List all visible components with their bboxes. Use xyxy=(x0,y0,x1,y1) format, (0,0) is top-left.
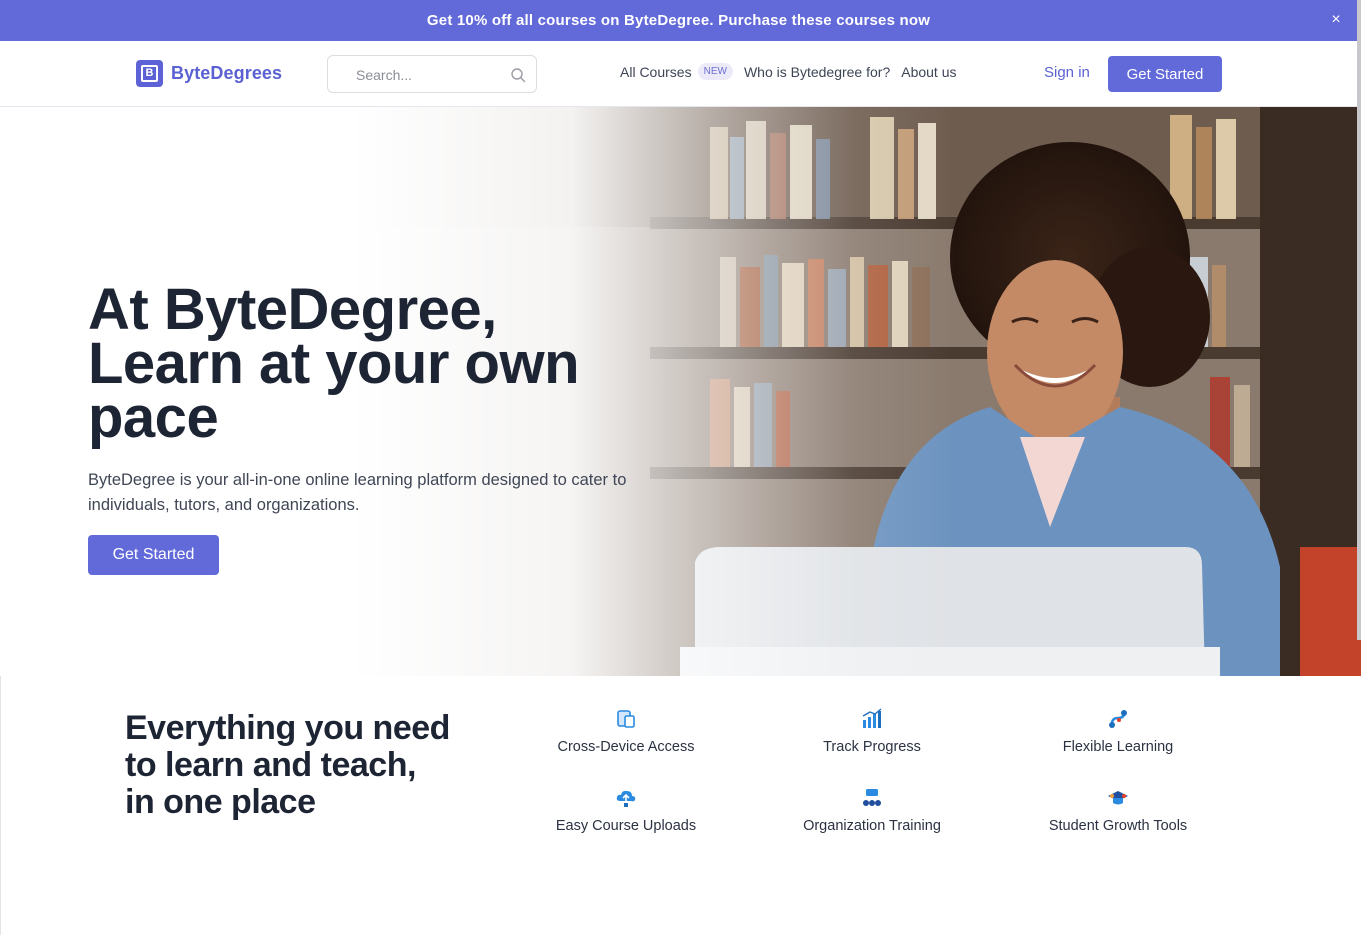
flexible-link-icon xyxy=(1109,710,1127,728)
feature-student-growth: Student Growth Tools xyxy=(1008,787,1228,834)
feature-label: Organization Training xyxy=(803,818,941,834)
feature-track-progress: Track Progress xyxy=(762,708,982,755)
org-chart-icon xyxy=(863,789,881,806)
feature-label: Track Progress xyxy=(823,739,921,755)
sign-in-link[interactable]: Sign in xyxy=(1044,64,1090,81)
hero-get-started-button[interactable]: Get Started xyxy=(88,535,219,575)
hero-title-line1: At ByteDegree, xyxy=(88,277,497,342)
hero-section: At ByteDegree, Learn at your own pace By… xyxy=(0,107,1361,676)
features-section: Everything you need to learn and teach, … xyxy=(0,676,1361,935)
main-nav: All Courses NEW Who is Bytedegree for? A… xyxy=(620,63,957,80)
scrollbar[interactable] xyxy=(1357,0,1361,640)
feature-easy-uploads: Easy Course Uploads xyxy=(516,787,736,834)
feature-label: Student Growth Tools xyxy=(1048,818,1188,834)
hero-subtitle: ByteDegree is your all-in-one online lea… xyxy=(88,471,627,514)
feature-label: Cross-Device Access xyxy=(557,739,695,755)
promo-banner: Get 10% off all courses on ByteDegree. P… xyxy=(0,0,1357,41)
feature-label: Flexible Learning xyxy=(1062,739,1174,755)
features-title: Everything you need to learn and teach, … xyxy=(125,710,485,821)
features-title-line3: in one place xyxy=(125,783,316,821)
bar-chart-icon xyxy=(862,708,882,728)
brand-logo-letter: B xyxy=(141,65,158,82)
hero-title-line3: pace xyxy=(88,385,219,450)
brand-logo-icon: B xyxy=(136,60,163,87)
feature-label: Easy Course Uploads xyxy=(555,818,697,834)
graduation-cap-icon xyxy=(1108,791,1128,805)
nav-who-for[interactable]: Who is Bytedegree for? xyxy=(744,64,890,80)
search-input[interactable] xyxy=(356,65,506,85)
brand-logo-link[interactable]: B ByteDegrees xyxy=(136,60,282,87)
brand-name: ByteDegrees xyxy=(171,63,283,83)
header-get-started-button[interactable]: Get Started xyxy=(1108,56,1222,92)
hero-title: At ByteDegree, Learn at your own pace xyxy=(88,277,580,450)
features-title-line1: Everything you need xyxy=(125,709,450,747)
features-title-line2: to learn and teach, xyxy=(125,746,416,784)
new-badge: NEW xyxy=(697,63,733,80)
nav-about[interactable]: About us xyxy=(901,64,956,80)
feature-organization-training: Organization Training xyxy=(762,787,982,834)
devices-icon xyxy=(617,710,635,728)
search-box xyxy=(327,55,537,93)
search-icon[interactable] xyxy=(510,67,526,83)
feature-cross-device: Cross-Device Access xyxy=(516,708,736,755)
close-icon[interactable]: × xyxy=(1327,11,1345,29)
hero-title-line2: Learn at your own xyxy=(88,331,580,396)
nav-all-courses[interactable]: All Courses xyxy=(620,64,692,80)
promo-text[interactable]: Get 10% off all courses on ByteDegree. P… xyxy=(427,12,930,29)
feature-flexible-learning: Flexible Learning xyxy=(1008,708,1228,755)
site-header: B ByteDegrees All Courses NEW Who is Byt… xyxy=(0,41,1357,107)
cloud-upload-icon xyxy=(616,790,636,807)
